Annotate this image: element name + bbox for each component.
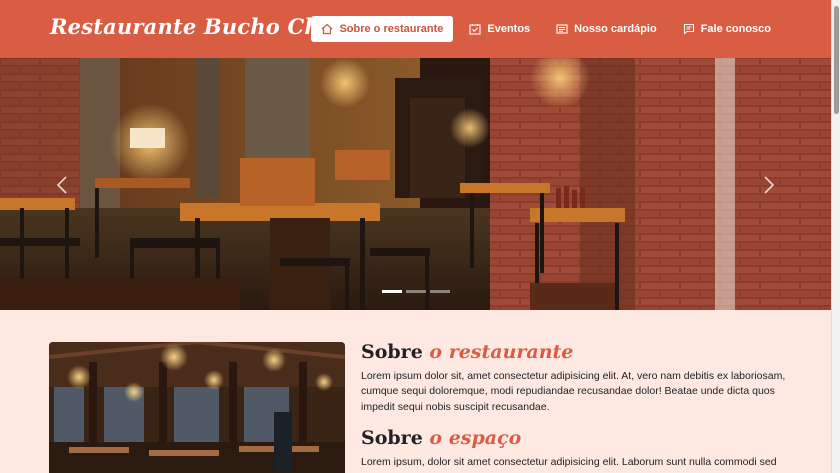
scrollbar-thumb[interactable] — [834, 6, 839, 114]
title-accent: o espaço — [429, 426, 522, 449]
main-nav: Sobre o restaurante Eventos Nosso cardáp… — [311, 16, 781, 42]
restaurant-hall-photo — [49, 342, 345, 473]
nav-label: Eventos — [487, 23, 531, 35]
brand-logo[interactable]: Restaurante Bucho Cheio — [50, 14, 356, 39]
carousel-indicators — [382, 290, 450, 293]
title-accent: o restaurante — [429, 341, 574, 363]
nav-item-sobre[interactable]: Sobre o restaurante — [311, 16, 454, 42]
home-icon — [322, 23, 333, 35]
carousel-prev-button[interactable] — [52, 173, 74, 197]
calendar-check-icon — [469, 24, 481, 35]
nav-item-cardapio[interactable]: Nosso cardápio — [546, 16, 667, 42]
about-text: Lorem ipsum dolor sit, amet consectetur … — [361, 369, 786, 414]
about-section: Sobre o restaurante Lorem ipsum dolor si… — [361, 340, 791, 470]
nav-item-contato[interactable]: Fale conosco — [673, 16, 781, 42]
space-section: Sobre o espaço Lorem ipsum, dolor sit am… — [361, 426, 791, 470]
title-main: Sobre — [361, 341, 423, 363]
hero-carousel[interactable] — [0, 58, 831, 310]
carousel-indicator[interactable] — [430, 290, 450, 293]
chat-icon — [683, 23, 694, 35]
chevron-left-icon — [56, 176, 67, 194]
site-header: Restaurante Bucho Cheio Sobre o restaura… — [0, 0, 831, 58]
restaurant-space-image — [49, 342, 345, 473]
section-title-space: Sobre o espaço — [361, 426, 791, 451]
section-title-about: Sobre o restaurante — [361, 340, 791, 365]
space-text: Lorem ipsum, dolor sit amet consectetur … — [361, 455, 777, 468]
carousel-indicator[interactable] — [406, 290, 426, 293]
title-main: Sobre — [361, 426, 423, 449]
carousel-indicator[interactable] — [382, 290, 402, 293]
menu-list-icon — [556, 24, 568, 34]
nav-label: Fale conosco — [700, 23, 771, 35]
nav-item-eventos[interactable]: Eventos — [459, 16, 540, 42]
nav-label: Sobre o restaurante — [339, 23, 444, 35]
page-scrollbar[interactable] — [831, 0, 840, 473]
chevron-right-icon — [764, 176, 775, 194]
restaurant-interior-image — [0, 58, 831, 310]
carousel-next-button[interactable] — [757, 173, 779, 197]
nav-label: Nosso cardápio — [574, 23, 657, 35]
